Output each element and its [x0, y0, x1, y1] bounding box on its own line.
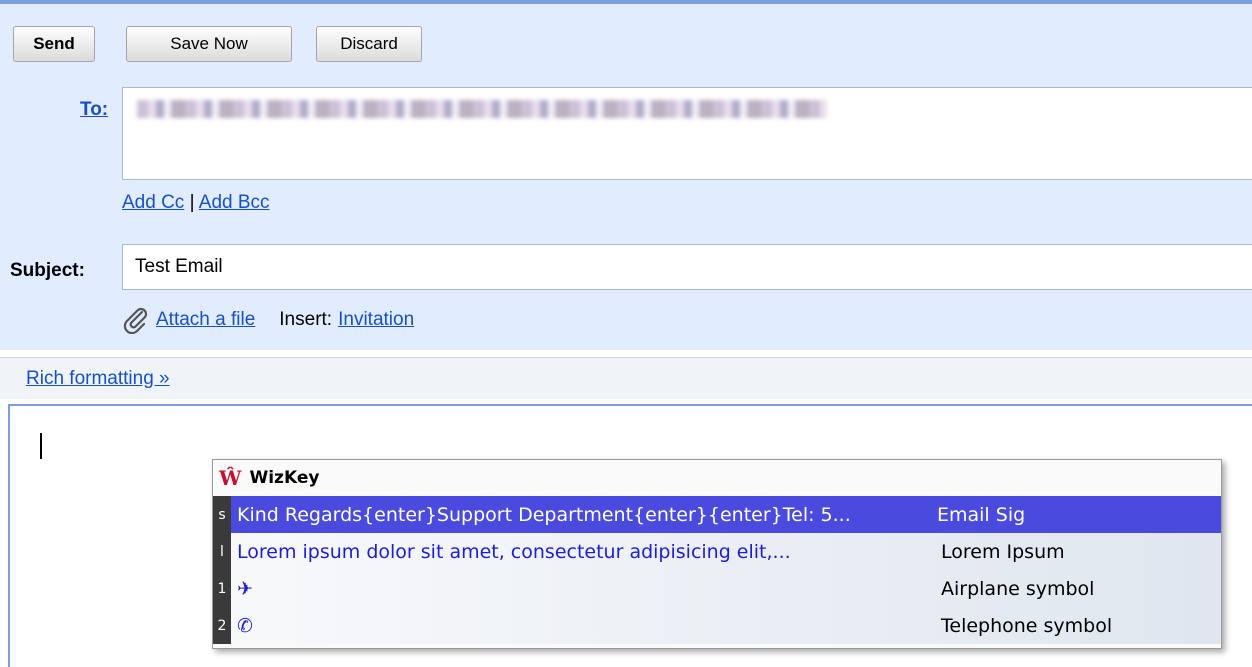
send-button[interactable]: Send: [13, 26, 95, 62]
wizkey-item-email-sig[interactable]: s Kind Regards{enter}Support Department{…: [213, 496, 1221, 533]
link-separator: |: [184, 192, 199, 213]
save-now-button[interactable]: Save Now: [126, 26, 292, 62]
rich-formatting-bar: Rich formatting »: [0, 357, 1252, 399]
discard-button[interactable]: Discard: [316, 26, 422, 62]
wizkey-item-text: Kind Regards{enter}Support Department{en…: [237, 503, 851, 526]
wizkey-title-bar: Ŵ WizKey: [213, 460, 1221, 496]
paperclip-icon: [123, 307, 148, 334]
rich-formatting-link[interactable]: Rich formatting »: [26, 368, 170, 390]
add-cc-link[interactable]: Add Cc: [122, 192, 184, 213]
insert-label: Insert:: [279, 309, 333, 330]
add-recipient-links: Add Cc | Add Bcc: [122, 192, 270, 214]
wizkey-logo-icon: Ŵ: [219, 466, 242, 490]
wizkey-item-desc: Airplane symbol: [941, 577, 1095, 600]
wizkey-item-desc: Telephone symbol: [941, 614, 1113, 637]
add-bcc-link[interactable]: Add Bcc: [199, 192, 270, 213]
compose-header: Send Save Now Discard To: Add Cc | Add B…: [0, 0, 1252, 350]
wizkey-shortcut-key: 1: [213, 570, 231, 607]
wizkey-item-airplane[interactable]: 1 ✈ Airplane symbol: [213, 570, 1221, 607]
subject-input[interactable]: Test Email: [122, 244, 1252, 290]
airplane-icon: ✈: [237, 577, 253, 600]
wizkey-item-desc: Email Sig: [937, 503, 1026, 526]
telephone-icon: ✆: [237, 614, 253, 637]
wizkey-shortcut-key: l: [213, 533, 231, 570]
to-link[interactable]: To:: [80, 99, 108, 121]
wizkey-item-lorem-ipsum[interactable]: l Lorem ipsum dolor sit amet, consectetu…: [213, 533, 1221, 570]
wizkey-popup: Ŵ WizKey s Kind Regards{enter}Support De…: [212, 459, 1222, 649]
subject-label: Subject:: [10, 260, 85, 281]
text-caret: [40, 433, 42, 459]
wizkey-shortcut-key: s: [213, 496, 231, 533]
wizkey-item-text: Lorem ipsum dolor sit amet, consectetur …: [237, 540, 791, 563]
attach-row: Attach a file Insert: Invitation: [122, 306, 414, 334]
wizkey-item-telephone[interactable]: 2 ✆ Telephone symbol: [213, 607, 1221, 644]
wizkey-item-desc: Lorem Ipsum: [941, 540, 1065, 563]
wizkey-shortcut-key: 2: [213, 607, 231, 644]
redacted-recipients: [137, 100, 827, 118]
invitation-link[interactable]: Invitation: [338, 309, 414, 331]
attach-file-link[interactable]: Attach a file: [156, 309, 255, 331]
to-field[interactable]: [122, 87, 1252, 180]
wizkey-title: WizKey: [249, 468, 320, 488]
